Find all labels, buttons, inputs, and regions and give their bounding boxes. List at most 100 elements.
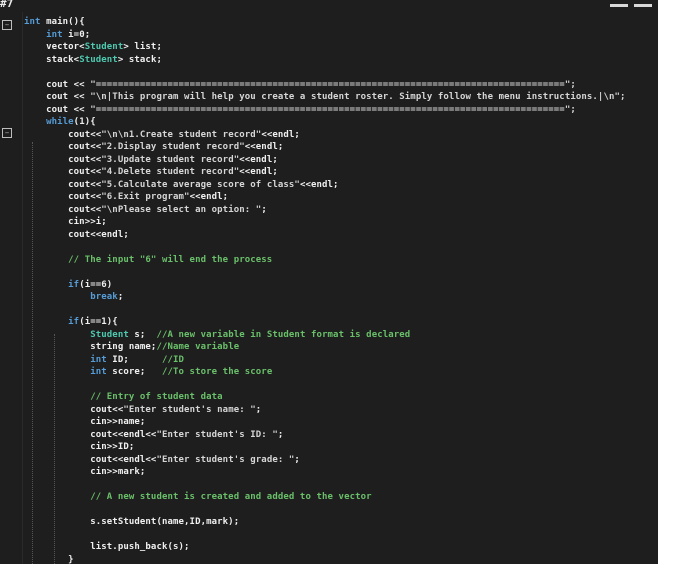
code-line[interactable]: cout<<endl<<"Enter student's ID: "; bbox=[24, 429, 283, 441]
fold-toggle-main-icon[interactable]: − bbox=[2, 20, 12, 30]
code-token: cout<<endl; bbox=[24, 229, 129, 240]
code-token: //ID bbox=[161, 354, 185, 365]
code-editor[interactable]: − − int main(){ int i=0; vector<Student>… bbox=[0, 12, 658, 564]
code-token: Student bbox=[84, 42, 124, 52]
code-token: Student bbox=[79, 54, 118, 65]
code-token: //A new variable in Student format is de… bbox=[156, 329, 411, 340]
code-token: Student bbox=[90, 329, 129, 340]
code-line[interactable]: } bbox=[24, 554, 74, 565]
code-line[interactable]: cout << "\n|This program will help you c… bbox=[24, 91, 626, 103]
code-token: cout<< bbox=[24, 129, 102, 140]
code-token: "5.Calculate average score of class" bbox=[101, 179, 300, 190]
code-line[interactable]: // Entry of student data bbox=[24, 391, 223, 403]
code-line[interactable]: cout<<"4.Delete student record"<<endl; bbox=[24, 166, 278, 178]
code-token: cout << bbox=[24, 79, 91, 90]
code-token: if bbox=[24, 317, 80, 327]
code-line[interactable]: cout << "===============================… bbox=[24, 104, 576, 116]
code-token: "\nPlease select an option: " bbox=[101, 204, 262, 215]
code-token: // The input "6" will end the process bbox=[24, 254, 273, 265]
window-mark-2 bbox=[634, 4, 652, 7]
code-token: <<endl; bbox=[239, 154, 278, 165]
code-token: if bbox=[24, 279, 80, 290]
code-token: i=0; bbox=[62, 29, 91, 40]
code-token: int bbox=[24, 17, 41, 27]
code-line[interactable]: stack<Student> stack; bbox=[24, 54, 162, 66]
code-token: "Enter student's ID: " bbox=[156, 429, 278, 440]
code-token: <<endl; bbox=[299, 179, 339, 190]
code-line[interactable]: cout<<"6.Exit program"<<endl; bbox=[24, 191, 228, 203]
code-token: int bbox=[24, 367, 107, 377]
code-line[interactable]: string name;//Name variable bbox=[24, 341, 239, 353]
code-token: s.setStudent(name,ID,mark); bbox=[24, 517, 240, 527]
code-token: "2.Display student record" bbox=[101, 142, 245, 152]
code-token: "\n|This program will help you create a … bbox=[90, 92, 626, 102]
code-token: cout<< bbox=[24, 154, 102, 165]
code-token: cout<< bbox=[24, 404, 124, 415]
code-line[interactable]: list.push_back(s); bbox=[24, 541, 190, 553]
code-token: cout<<endl<< bbox=[24, 454, 157, 465]
code-token: (i==1){ bbox=[79, 317, 118, 327]
code-token: cin>>ID; bbox=[24, 442, 135, 452]
code-line[interactable]: cin>>name; bbox=[24, 416, 145, 428]
code-token: <<endl; bbox=[189, 192, 229, 202]
screenshot-frame: #7 − − int main(){ int i=0; vector<Stude… bbox=[0, 0, 700, 575]
code-line[interactable]: // A new student is created and added to… bbox=[24, 491, 372, 503]
code-line[interactable]: int main(){ bbox=[24, 16, 85, 28]
code-token: list.push_back(s); bbox=[24, 542, 190, 552]
code-line[interactable]: // The input "6" will end the process bbox=[24, 254, 272, 266]
code-token: while bbox=[24, 117, 74, 127]
code-token: cout<< bbox=[24, 179, 102, 190]
code-token: (1){ bbox=[73, 117, 96, 127]
code-token: cout<< bbox=[24, 167, 102, 177]
code-line[interactable]: if(i==1){ bbox=[24, 316, 118, 328]
code-token: } bbox=[24, 554, 74, 565]
editor-gutter bbox=[0, 12, 23, 564]
code-line[interactable]: cout<<endl; bbox=[24, 229, 129, 241]
code-line[interactable]: cin>>mark; bbox=[24, 466, 145, 478]
code-token: ; bbox=[294, 454, 300, 465]
code-token: vector< bbox=[24, 42, 85, 52]
code-token: ID; bbox=[106, 354, 162, 365]
code-line[interactable]: cout<<"Enter student's name: "; bbox=[24, 404, 261, 416]
code-token: "3.Update student record" bbox=[101, 154, 240, 165]
code-token: cout<< bbox=[24, 192, 102, 202]
code-token: "=======================================… bbox=[90, 104, 576, 115]
code-token: //To store the score bbox=[161, 367, 273, 377]
code-line[interactable]: int score; //To store the score bbox=[24, 366, 272, 378]
code-line[interactable]: cin>>i; bbox=[24, 216, 107, 228]
code-line[interactable]: cout<<"2.Display student record"<<endl; bbox=[24, 141, 283, 153]
bottom-bar bbox=[0, 564, 700, 575]
code-token: "Enter student's name: " bbox=[123, 404, 256, 415]
code-line[interactable]: while(1){ bbox=[24, 116, 96, 128]
code-token: string name; bbox=[24, 342, 157, 352]
fold-toggle-while-icon[interactable]: − bbox=[2, 128, 12, 138]
code-token: cin>>mark; bbox=[24, 467, 146, 477]
code-line[interactable]: cout<<"3.Update student record"<<endl; bbox=[24, 154, 278, 166]
code-token: cin>>i; bbox=[24, 217, 107, 227]
code-token: (i==6) bbox=[79, 279, 113, 290]
code-token: cout << bbox=[24, 92, 91, 102]
code-token: // Entry of student data bbox=[24, 392, 223, 402]
code-line[interactable]: cout<<"\n\n1.Create student record"<<end… bbox=[24, 129, 300, 141]
code-line[interactable]: break; bbox=[24, 291, 123, 303]
code-token: "6.Exit program" bbox=[101, 192, 190, 202]
code-token: break bbox=[24, 292, 118, 302]
code-line[interactable]: Student s; //A new variable in Student f… bbox=[24, 329, 410, 341]
code-token: ; bbox=[261, 204, 267, 215]
code-line[interactable]: int i=0; bbox=[24, 29, 90, 41]
code-line[interactable]: cin>>ID; bbox=[24, 441, 134, 453]
code-line[interactable]: cout << "===============================… bbox=[24, 79, 576, 91]
code-token: cin>>name; bbox=[24, 417, 146, 427]
code-token: main(){ bbox=[40, 17, 85, 27]
code-line[interactable]: cout<<"5.Calculate average score of clas… bbox=[24, 179, 339, 191]
code-token: int bbox=[24, 29, 63, 40]
code-line[interactable]: cout<<"\nPlease select an option: "; bbox=[24, 204, 267, 216]
code-token: ; bbox=[117, 292, 124, 302]
code-line[interactable]: cout<<endl<<"Enter student's grade: "; bbox=[24, 454, 300, 466]
code-line[interactable]: if(i==6) bbox=[24, 279, 112, 291]
code-line[interactable]: vector<Student> list; bbox=[24, 41, 162, 53]
code-line[interactable]: s.setStudent(name,ID,mark); bbox=[24, 516, 239, 528]
code-token: <<endl; bbox=[239, 167, 278, 177]
code-line[interactable]: int ID; //ID bbox=[24, 354, 184, 366]
